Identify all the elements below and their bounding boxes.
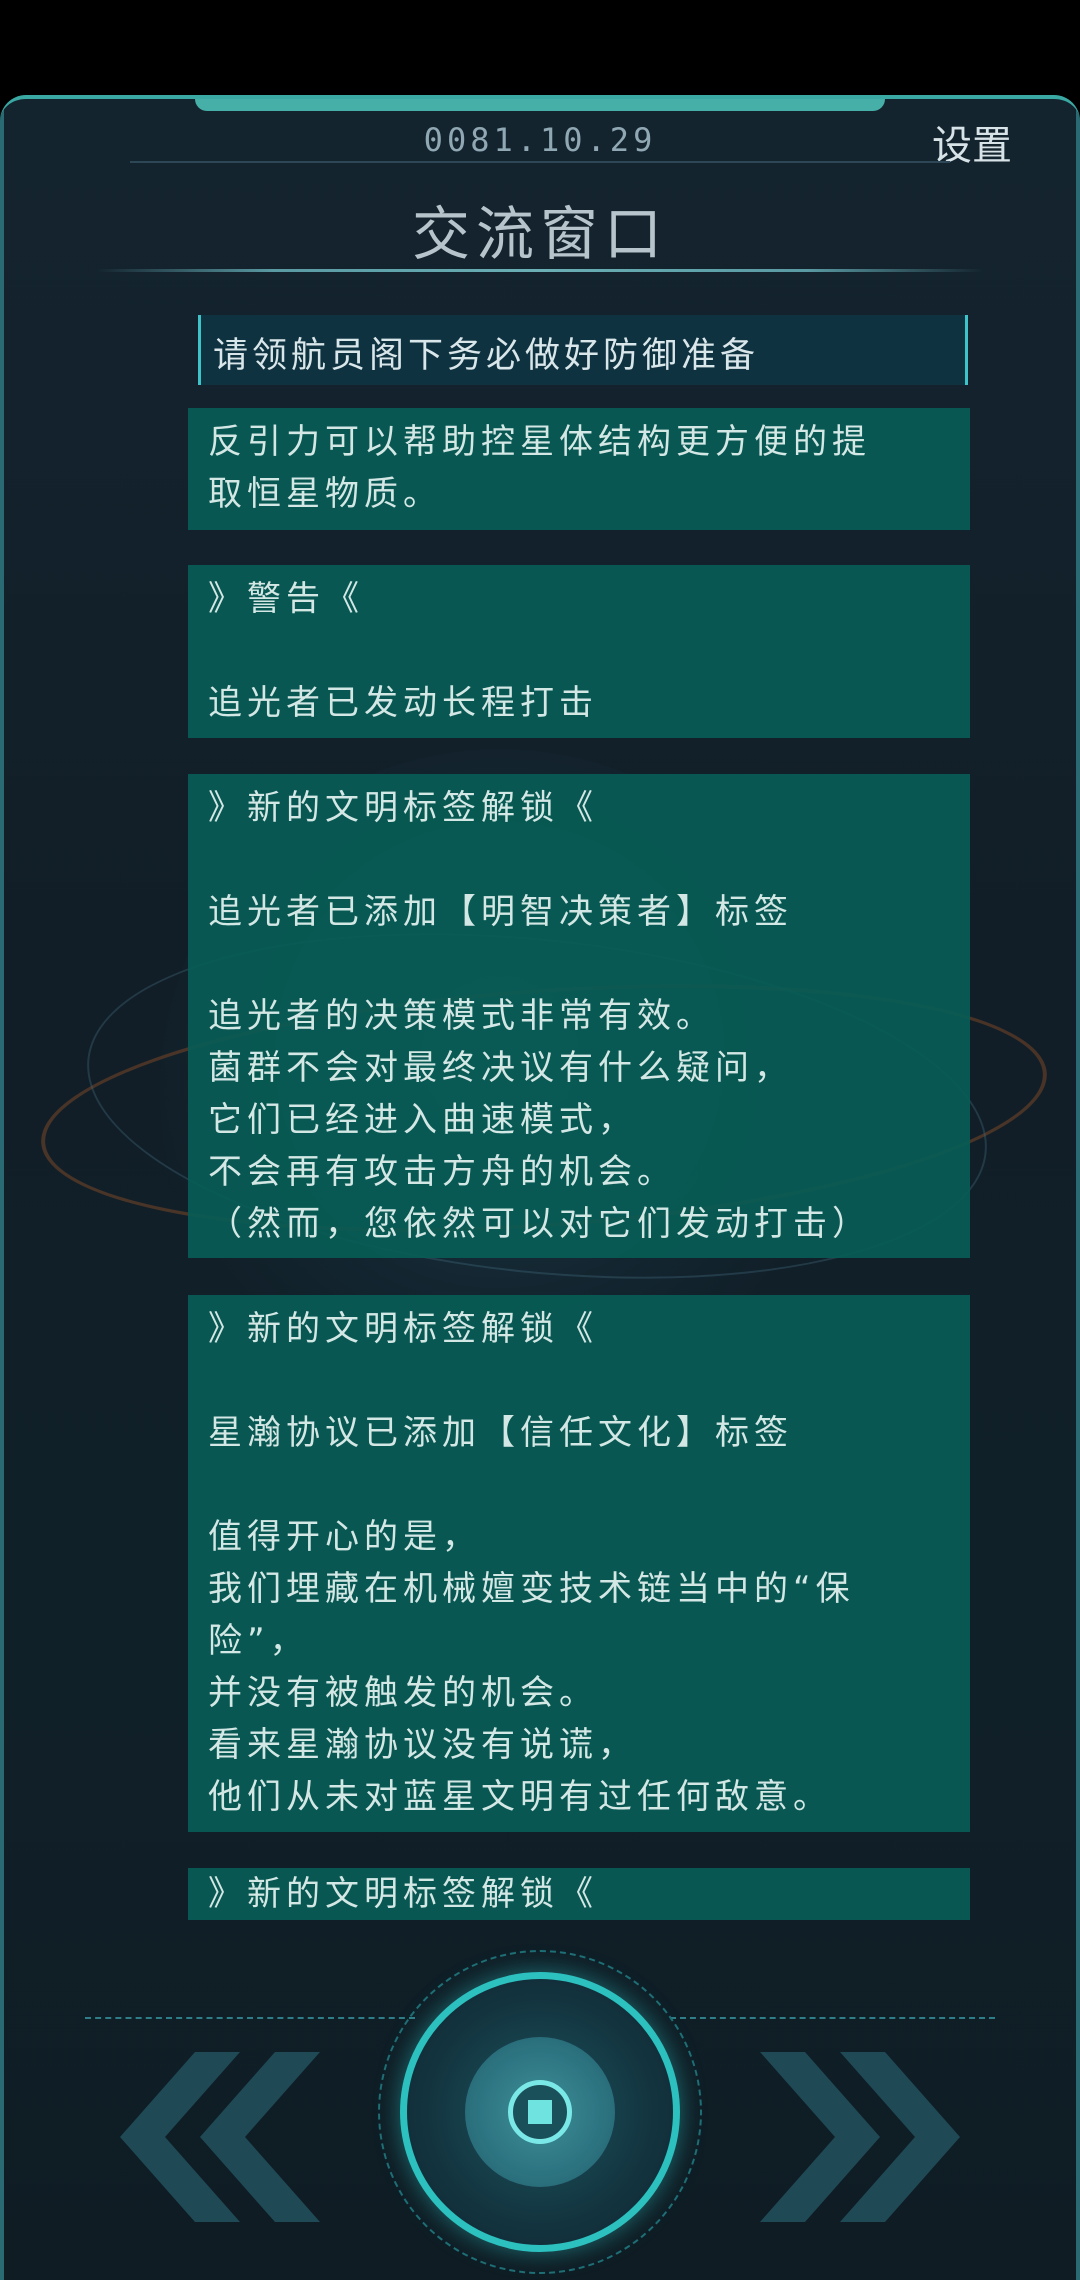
core-button-icon [508, 2080, 572, 2144]
message-line: 他们从未对蓝星文明有过任何敌意。 [208, 1777, 832, 1817]
message-line: 并没有被触发的机会。 [208, 1673, 598, 1713]
unlock-message-card-partial[interactable]: 》新的文明标签解锁《 [188, 1868, 970, 1920]
core-dot [528, 2100, 552, 2124]
message-line: 追光者的决策模式非常有效。 [208, 996, 715, 1036]
message-gap [208, 834, 950, 886]
message-gap [208, 1355, 950, 1407]
double-chevron-left-icon [120, 2052, 320, 2222]
message-heading: 》新的文明标签解锁《 [208, 1309, 598, 1349]
message-heading: 》新的文明标签解锁《 [208, 788, 598, 828]
message-line: 险”， [208, 1621, 309, 1661]
message-feed[interactable]: 请领航员阁下务必做好防御准备 反引力可以帮助控星体结构更方便的提 取恒星物质。 … [0, 0, 1080, 2280]
message-heading: 》警告《 [208, 579, 364, 619]
message-line: 追光者已发动长程打击 [208, 683, 598, 723]
message-heading: 》新的文明标签解锁《 [208, 1874, 598, 1914]
game-screen: 0081.10.29 设置 交流窗口 请领航员阁下务必做好防御准备 反引力可以帮… [0, 0, 1080, 2280]
tag-unlock-line: 追光者已添加【明智决策者】标签 [208, 892, 793, 932]
warning-message-card[interactable]: 》警告《 追光者已发动长程打击 [188, 565, 970, 738]
message-line: 菌群不会对最终决议有什么疑问， [208, 1048, 793, 1088]
message-card[interactable]: 反引力可以帮助控星体结构更方便的提 取恒星物质。 [188, 408, 970, 530]
message-line: 我们埋藏在机械嬗变技术链当中的“保 [208, 1569, 855, 1609]
unlock-message-card[interactable]: 》新的文明标签解锁《 追光者已添加【明智决策者】标签 追光者的决策模式非常有效。… [188, 774, 970, 1258]
control-divider-right [670, 2017, 995, 2019]
message-line: 反引力可以帮助控星体结构更方便的提 [208, 422, 871, 462]
message-gap [208, 625, 950, 677]
prev-button[interactable] [100, 2052, 320, 2222]
highlighted-message[interactable]: 请领航员阁下务必做好防御准备 [198, 315, 968, 385]
message-gap [208, 1459, 950, 1511]
message-line: （然而，您依然可以对它们发动打击） [208, 1204, 871, 1244]
tag-unlock-line: 星瀚协议已添加【信任文化】标签 [208, 1413, 793, 1453]
double-chevron-right-icon [760, 2052, 960, 2222]
next-button[interactable] [760, 2052, 980, 2222]
message-line: 不会再有攻击方舟的机会。 [208, 1152, 676, 1192]
unlock-message-card[interactable]: 》新的文明标签解锁《 星瀚协议已添加【信任文化】标签 值得开心的是， 我们埋藏在… [188, 1295, 970, 1832]
center-action-button[interactable] [400, 1972, 680, 2252]
message-gap [208, 938, 950, 990]
message-line: 它们已经进入曲速模式， [208, 1100, 637, 1140]
control-divider-left [85, 2017, 415, 2019]
message-line: 值得开心的是， [208, 1517, 481, 1557]
message-line: 取恒星物质。 [208, 474, 442, 514]
center-button-inner [465, 2037, 615, 2187]
message-line: 看来星瀚协议没有说谎， [208, 1725, 637, 1765]
